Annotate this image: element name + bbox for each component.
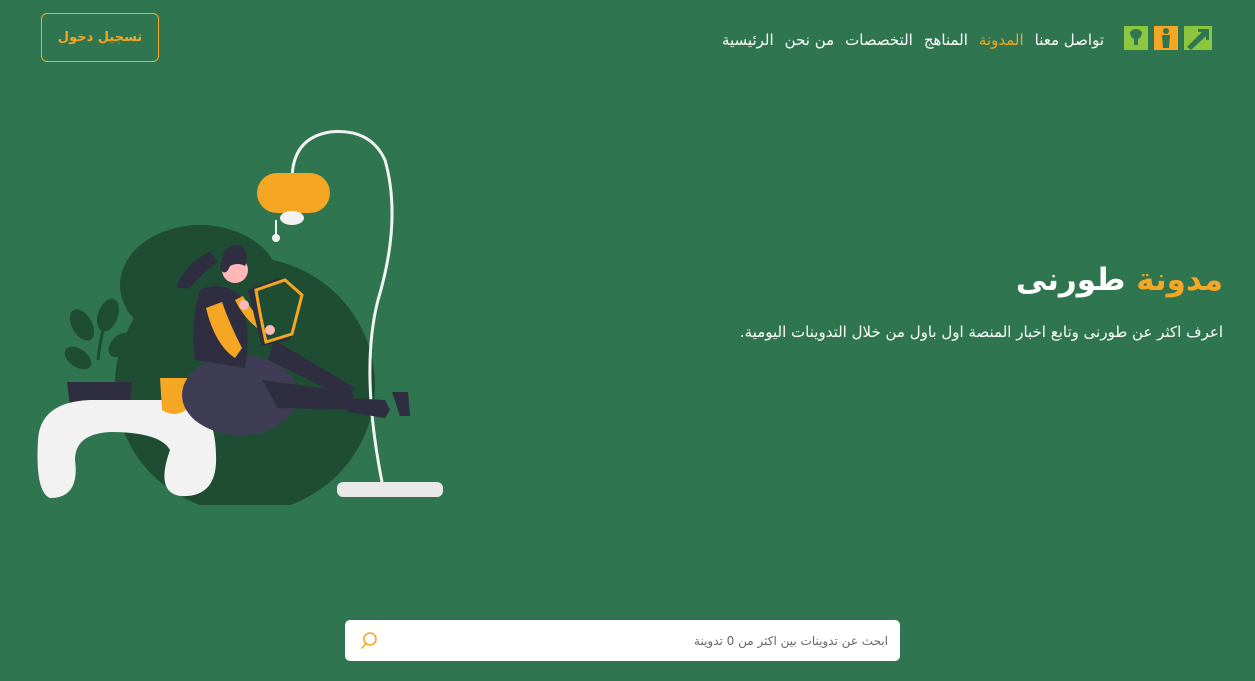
nav-item-about[interactable]: من نحن	[785, 29, 835, 51]
page-title-accent: مدونة	[1136, 262, 1223, 298]
main-nav: الرئيسية من نحن التخصصات المناهج المدونة…	[722, 29, 1104, 51]
nav-item-home[interactable]: الرئيسية	[722, 29, 774, 51]
hero-subtitle: اعرف اكثر عن طورنى وتابع اخبار المنصة او…	[739, 323, 1223, 341]
turny-logo-icon[interactable]	[1124, 24, 1214, 52]
nav-item-contact[interactable]: تواصل معنا	[1035, 29, 1104, 51]
nav-item-curricula[interactable]: المناهج	[924, 29, 968, 51]
login-button[interactable]: تسجيل دخول	[41, 13, 159, 62]
search-icon[interactable]	[361, 631, 381, 651]
page-title-main: طورنى	[1015, 262, 1126, 298]
search-input[interactable]	[381, 619, 890, 662]
nav-item-blog[interactable]: المدونة	[979, 29, 1024, 51]
page-title: مدونة طورنى	[1016, 262, 1223, 298]
search-bar	[345, 619, 900, 662]
nav-item-specializations[interactable]: التخصصات	[845, 29, 913, 51]
woman-reading-under-lamp-illustration	[37, 130, 443, 505]
